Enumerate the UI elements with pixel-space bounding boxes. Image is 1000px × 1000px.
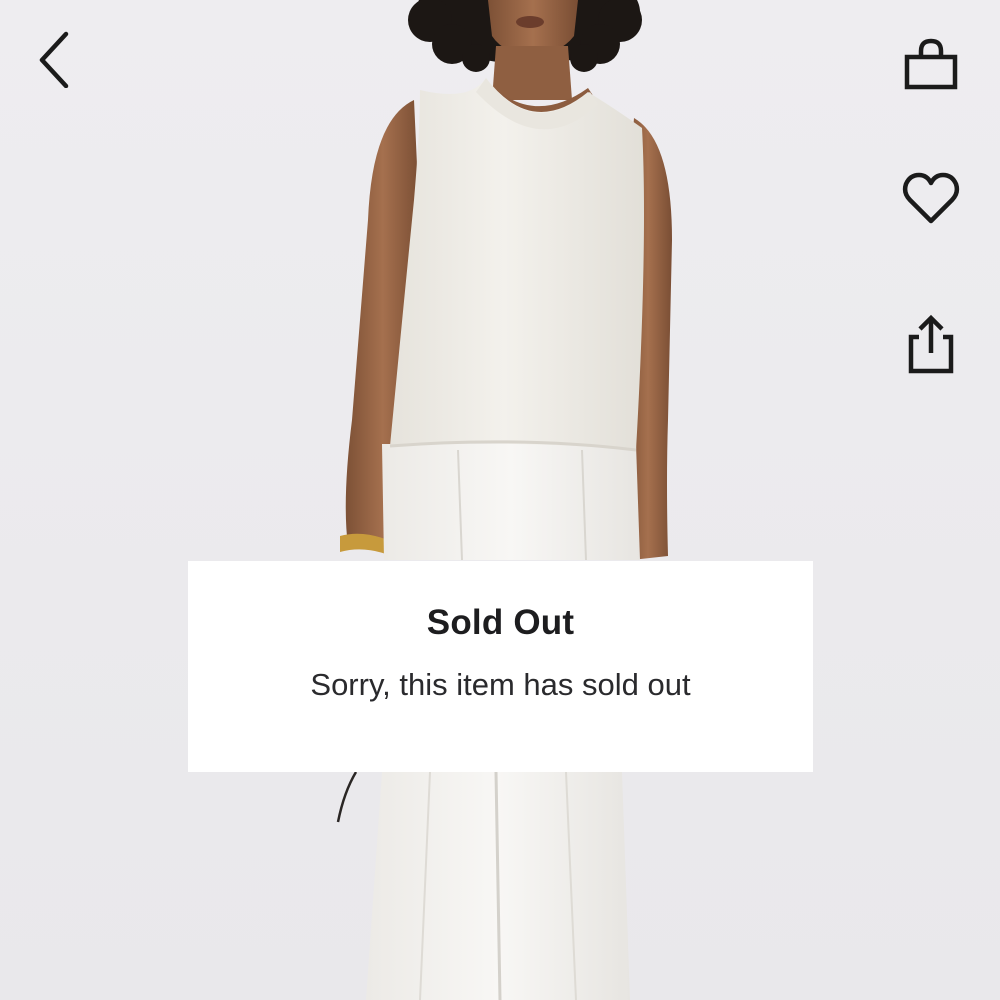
product-detail-screen: Sold Out Sorry, this item has sold out [0,0,1000,1000]
back-button[interactable] [22,22,86,94]
shopping-bag-icon [904,38,958,90]
sold-out-message: Sorry, this item has sold out [310,667,691,702]
bag-button[interactable] [896,30,966,100]
share-icon [908,314,954,374]
product-photo [336,0,672,1000]
sold-out-title: Sold Out [426,603,575,642]
share-button[interactable] [896,310,966,380]
chevron-left-icon [39,31,69,88]
heart-icon [902,172,960,224]
sold-out-dialog: Sold Out Sorry, this item has sold out [188,561,813,772]
wishlist-button[interactable] [896,164,966,234]
